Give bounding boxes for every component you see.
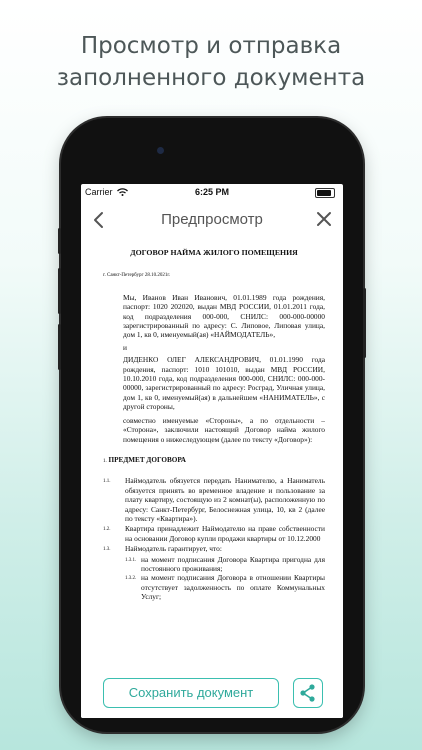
item-text: Наймодатель гарантирует, что: xyxy=(125,544,222,554)
volume-down-button xyxy=(58,324,61,370)
status-bar: Carrier 6:25 PM xyxy=(81,184,343,200)
volume-up-button xyxy=(58,268,61,314)
document-place-date: г. Санкт-Петербург 28.10.2021г. xyxy=(103,273,171,279)
conjunction-text: и xyxy=(123,342,127,352)
subitem-number: 1.3.1. xyxy=(125,557,137,563)
save-document-button[interactable]: Сохранить документ xyxy=(103,678,279,708)
battery-icon xyxy=(315,188,335,198)
page-title: Предпросмотр xyxy=(161,211,263,228)
subitem-text: на момент подписания Договора Квартира п… xyxy=(141,554,325,573)
phone-frame: Carrier 6:25 PM Предпросмотр ДОГОВОР НАЙ… xyxy=(58,118,366,732)
item-number: 1.3. xyxy=(103,547,111,553)
section-number: 1. xyxy=(103,458,107,464)
section-heading: 1. ПРЕДМЕТ ДОГОВОРА xyxy=(103,456,325,466)
status-time: 6:25 PM xyxy=(194,187,229,197)
list-item: 1.1. Наймодатель обязуется передать Нани… xyxy=(103,476,325,523)
front-camera xyxy=(157,147,164,154)
promo-caption: Просмотр и отправка заполненного докумен… xyxy=(0,30,422,94)
sub-list-item: 1.3.1. на момент подписания Договора Ква… xyxy=(103,555,325,574)
list-item: 1.3. Наймодатель гарантирует, что: xyxy=(103,544,325,553)
joint-paragraph: совместно именуемые «Стороны», а по отде… xyxy=(123,415,325,444)
close-icon[interactable] xyxy=(313,208,335,230)
bottom-action-bar: Сохранить документ xyxy=(81,676,343,718)
power-button xyxy=(363,288,366,358)
navigation-bar: Предпросмотр xyxy=(81,200,343,240)
subitem-text: на момент подписания Договора в отношени… xyxy=(141,573,325,602)
item-text: Наймодатель обязуется передать Нанимател… xyxy=(125,476,325,523)
document-preview: ДОГОВОР НАЙМА ЖИЛОГО ПОМЕЩЕНИЯ г. Санкт-… xyxy=(103,248,325,602)
subitem-number: 1.3.2. xyxy=(125,576,137,582)
item-text: Квартира принадлежит Наймодателю на прав… xyxy=(125,524,325,543)
party-two-paragraph: ДИДЕНКО ОЛЕГ АЛЕКСАНДРОВИЧ, 01.01.1990 г… xyxy=(123,355,325,412)
sub-list-item: 1.3.2. на момент подписания Договора в о… xyxy=(103,573,325,601)
share-button[interactable] xyxy=(293,678,323,708)
share-icon xyxy=(300,684,315,702)
promo-line-2: заполненного документа xyxy=(56,65,366,91)
mute-switch xyxy=(58,228,61,254)
list-item: 1.2. Квартира принадлежит Наймодателю на… xyxy=(103,524,325,543)
promo-line-1: Просмотр и отправка xyxy=(80,33,342,59)
document-title: ДОГОВОР НАЙМА ЖИЛОГО ПОМЕЩЕНИЯ xyxy=(130,248,298,257)
section-title: ПРЕДМЕТ ДОГОВОРА xyxy=(108,455,187,464)
item-number: 1.1. xyxy=(103,479,111,485)
item-number: 1.2. xyxy=(103,527,111,533)
app-screen: Carrier 6:25 PM Предпросмотр ДОГОВОР НАЙ… xyxy=(81,184,343,718)
party-one-paragraph: Мы, Иванов Иван Иванович, 01.01.1989 год… xyxy=(123,292,325,340)
